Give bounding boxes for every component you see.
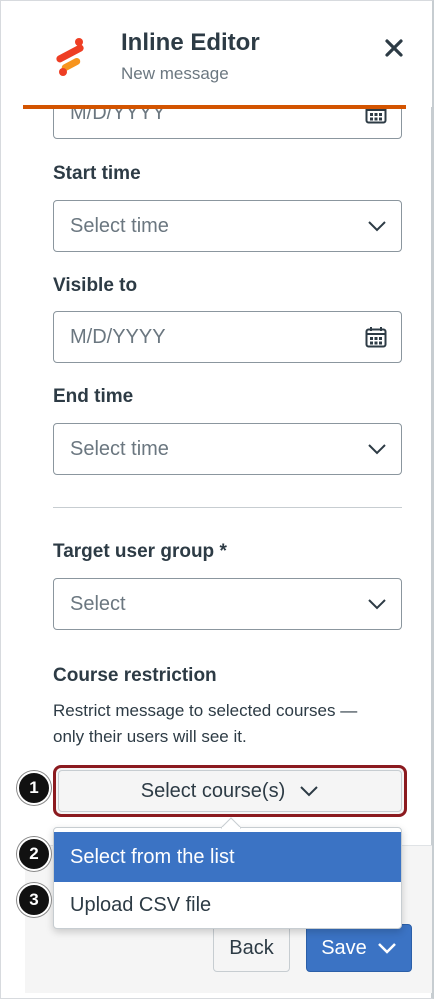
menu-item-select-from-list[interactable]: Select from the list (54, 832, 401, 882)
end-time-label: End time (53, 386, 134, 407)
close-button[interactable] (377, 31, 411, 65)
visible-to-label: Visible to (53, 275, 138, 296)
form-scroll-area[interactable]: M/D/YYYY Start time Select time Visible … (1, 1, 432, 999)
callout-badge-3: 3 (17, 883, 51, 917)
menu-item-label: Upload CSV file (70, 893, 212, 916)
course-options-menu: Select from the list Upload CSV file (53, 827, 402, 929)
focus-inner-border (58, 770, 402, 812)
visible-to-input[interactable]: M/D/YYYY (53, 311, 402, 363)
header-accent-rule (23, 105, 406, 109)
section-divider (53, 507, 402, 508)
menu-item-upload-csv[interactable]: Upload CSV file (54, 880, 401, 928)
menu-item-label: Select from the list (70, 845, 235, 868)
chevron-down-icon (367, 443, 387, 455)
select-courses-button[interactable]: Select course(s) (53, 765, 407, 817)
target-user-group-label: Target user group * (53, 541, 227, 562)
callout-badge-2: 2 (17, 837, 51, 871)
visible-to-placeholder: M/D/YYYY (70, 325, 166, 348)
close-icon (385, 39, 403, 57)
panel-subtitle: New message (121, 64, 229, 83)
target-user-group-placeholder: Select (70, 592, 126, 615)
start-time-label: Start time (53, 163, 141, 184)
end-time-select[interactable]: Select time (53, 423, 402, 475)
dropdown-notch (221, 817, 241, 829)
start-time-select[interactable]: Select time (53, 200, 402, 252)
target-user-group-select[interactable]: Select (53, 578, 402, 630)
chevron-down-icon (367, 220, 387, 232)
end-time-placeholder: Select time (70, 437, 169, 460)
panel-title: Inline Editor (121, 29, 260, 56)
callout-badge-1: 1 (17, 771, 51, 805)
course-restriction-title: Course restriction (53, 665, 217, 686)
start-time-placeholder: Select time (70, 214, 169, 237)
editor-panel: M/D/YYYY Start time Select time Visible … (0, 0, 434, 999)
chevron-down-icon (367, 598, 387, 610)
panel-header: Inline Editor New message (1, 1, 432, 107)
chevron-down-icon (377, 942, 397, 954)
save-button-label: Save (321, 936, 367, 959)
course-restriction-help: Restrict message to selected courses — o… (53, 701, 358, 746)
back-button[interactable]: Back (213, 924, 290, 972)
calendar-icon[interactable] (365, 326, 387, 348)
save-button[interactable]: Save (306, 924, 412, 972)
back-button-label: Back (229, 936, 274, 959)
app-logo-icon (56, 38, 84, 76)
